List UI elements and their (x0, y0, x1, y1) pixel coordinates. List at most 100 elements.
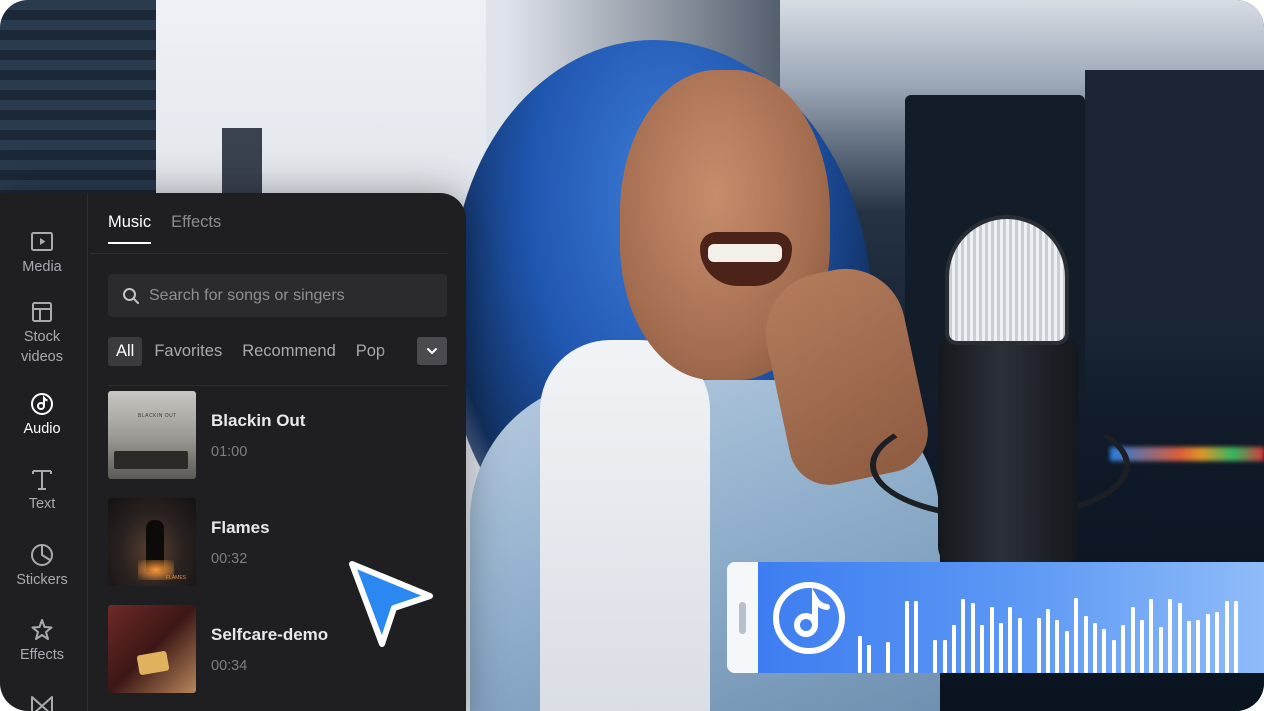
audio-clip[interactable] (727, 562, 1264, 673)
clip-trim-handle[interactable] (727, 562, 758, 673)
waveform-bar (1224, 601, 1229, 673)
tab-effects[interactable]: Effects (171, 213, 221, 244)
cover-text: BLACKIN OUT (138, 413, 177, 419)
sidebar-item-transitions[interactable] (0, 693, 84, 711)
sidebar-item-label: Stock videos (21, 329, 63, 365)
sidebar-item-stock-videos[interactable]: Stock videos (0, 299, 84, 367)
sidebar-item-text[interactable]: Text (0, 466, 84, 514)
microphone-grille (945, 215, 1069, 345)
divider (108, 385, 448, 386)
library-tabs: Music Effects (108, 213, 221, 244)
sidebar-item-audio[interactable]: Audio (0, 391, 84, 439)
track-meta: Blackin Out 01:00 (211, 391, 305, 481)
waveform-bar (999, 623, 1003, 673)
cursor-pointer-icon (349, 561, 433, 647)
search-icon (123, 287, 139, 304)
text-t-icon (32, 470, 52, 490)
sidebar: Media Stock videos Audio Text Stickers E… (0, 193, 88, 711)
track-title: Blackin Out (211, 411, 306, 430)
microphone-body (938, 340, 1078, 570)
singer-shirt (540, 340, 710, 711)
sidebar-item-label: Media (22, 259, 62, 275)
filter-chip-favorites[interactable]: Favorites (146, 337, 230, 366)
track-duration: 00:34 (211, 658, 248, 674)
waveform-bar (1205, 614, 1210, 673)
acoustic-foam (0, 0, 156, 200)
sidebar-item-label: Stickers (16, 572, 68, 588)
waveform-bar (1074, 598, 1079, 673)
music-disc-icon (31, 393, 53, 415)
singer-teeth (708, 244, 782, 262)
sidebar-item-label: Effects (19, 647, 65, 663)
search-input[interactable] (149, 286, 429, 305)
sticker-icon (31, 544, 53, 566)
waveform-bar (1130, 607, 1135, 673)
waveform-bar (905, 601, 909, 673)
search-box[interactable] (108, 274, 447, 317)
sidebar-item-media[interactable]: Media (0, 229, 84, 277)
waveform-bar (970, 603, 975, 673)
waveform-bar (1102, 629, 1107, 673)
album-cover (108, 605, 196, 693)
track-duration: 01:00 (211, 444, 248, 460)
waveform-bar (961, 599, 966, 673)
album-cover: BLACKIN OUT (108, 391, 196, 479)
tab-music[interactable]: Music (108, 213, 152, 244)
waveform-bar (1149, 599, 1154, 673)
waveform-bar (1187, 621, 1191, 673)
waveform-bar (1121, 625, 1126, 673)
waveform-bar (867, 645, 872, 673)
waveform-bar (1158, 627, 1163, 673)
waveform-bar (1064, 631, 1069, 673)
waveform-bar (1008, 607, 1013, 673)
filter-chip-all[interactable]: All (108, 336, 143, 366)
waveform-bar (1215, 612, 1220, 673)
cover-art-shape (136, 650, 170, 676)
waveform-bar (1046, 609, 1050, 673)
grip-icon (739, 602, 746, 634)
filter-fade (380, 336, 416, 366)
waveform-bar (933, 640, 938, 673)
divider (90, 253, 448, 254)
album-cover: FLAMES (108, 498, 196, 586)
filter-chip-recommend[interactable]: Recommend (234, 337, 344, 366)
waveform-bar (914, 601, 919, 673)
track-meta: Selfcare-demo 00:34 (211, 605, 328, 695)
track-item[interactable]: BLACKIN OUT Blackin Out 01:00 (108, 391, 448, 481)
hero-stage: Media Stock videos Audio Text Stickers E… (0, 0, 1264, 711)
genre-filter-bar: All Favorites Recommend Pop R (108, 336, 408, 366)
sidebar-item-stickers[interactable]: Stickers (0, 542, 84, 590)
waveform-bar (1168, 599, 1173, 673)
chevron-down-icon (427, 348, 437, 354)
cover-text: FLAMES (166, 575, 187, 581)
studio-wall (156, 0, 486, 200)
transition-icon (31, 696, 53, 711)
sidebar-item-label: Text (28, 496, 56, 512)
waveform-bar (1111, 640, 1116, 673)
track-duration: 00:32 (211, 551, 248, 567)
rgb-light-strip (1110, 447, 1264, 461)
studio-monitor (1085, 70, 1264, 330)
filter-dropdown-button[interactable] (417, 337, 447, 365)
sparkle-star-icon (31, 619, 53, 640)
waveform-bar (1017, 618, 1022, 673)
audio-waveform-track (758, 562, 1264, 673)
track-title: Flames (211, 518, 270, 537)
waveform-bar (1055, 620, 1060, 673)
waveform-bar (1177, 603, 1182, 673)
waveform-bar (989, 607, 994, 673)
waveform-bar (1093, 623, 1097, 673)
waveform-bar (980, 625, 985, 673)
waveform-bar (1083, 616, 1088, 673)
waveform-bar (952, 625, 956, 673)
sidebar-item-effects[interactable]: Effects (0, 617, 84, 665)
track-title: Selfcare-demo (211, 625, 329, 644)
cover-art-shape (114, 451, 188, 469)
waveform (858, 562, 1258, 673)
waveform-bar (1140, 620, 1144, 673)
play-square-icon (31, 232, 53, 251)
sidebar-item-label: Audio (23, 421, 61, 437)
waveform-bar (1036, 618, 1041, 673)
waveform-bar (886, 642, 891, 673)
waveform-bar (942, 640, 947, 673)
